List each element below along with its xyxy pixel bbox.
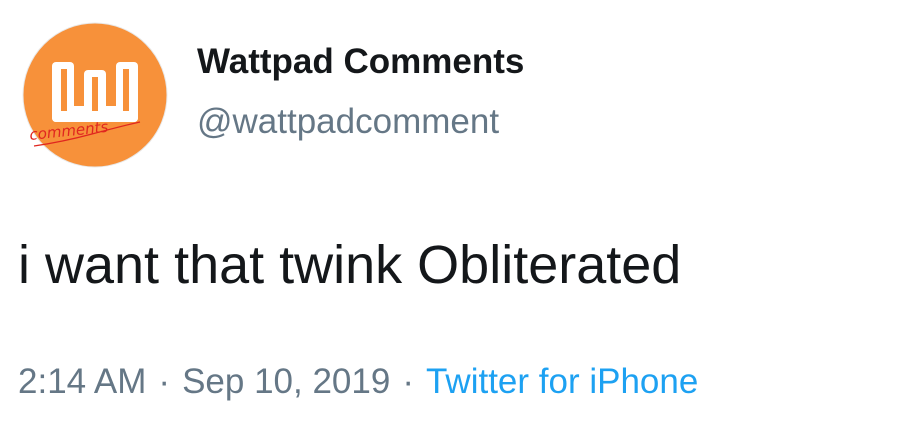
tweet-card: comments Wattpad Comments @wattpadcommen… bbox=[0, 0, 900, 438]
avatar[interactable]: comments bbox=[22, 22, 168, 168]
user-handle[interactable]: @wattpadcomment bbox=[197, 100, 499, 144]
display-name[interactable]: Wattpad Comments bbox=[197, 40, 524, 84]
tweet-source-link[interactable]: Twitter for iPhone bbox=[426, 358, 698, 406]
tweet-date[interactable]: Sep 10, 2019 bbox=[182, 358, 390, 406]
tweet-time[interactable]: 2:14 AM bbox=[18, 358, 146, 406]
separator-dot: · bbox=[402, 362, 414, 401]
wattpad-comments-logo-icon: comments bbox=[22, 22, 168, 168]
tweet-meta: 2:14 AM · Sep 10, 2019 · Twitter for iPhone bbox=[18, 358, 698, 406]
separator-dot: · bbox=[158, 362, 171, 401]
tweet-text: i want that twink Obliterated bbox=[18, 235, 682, 295]
